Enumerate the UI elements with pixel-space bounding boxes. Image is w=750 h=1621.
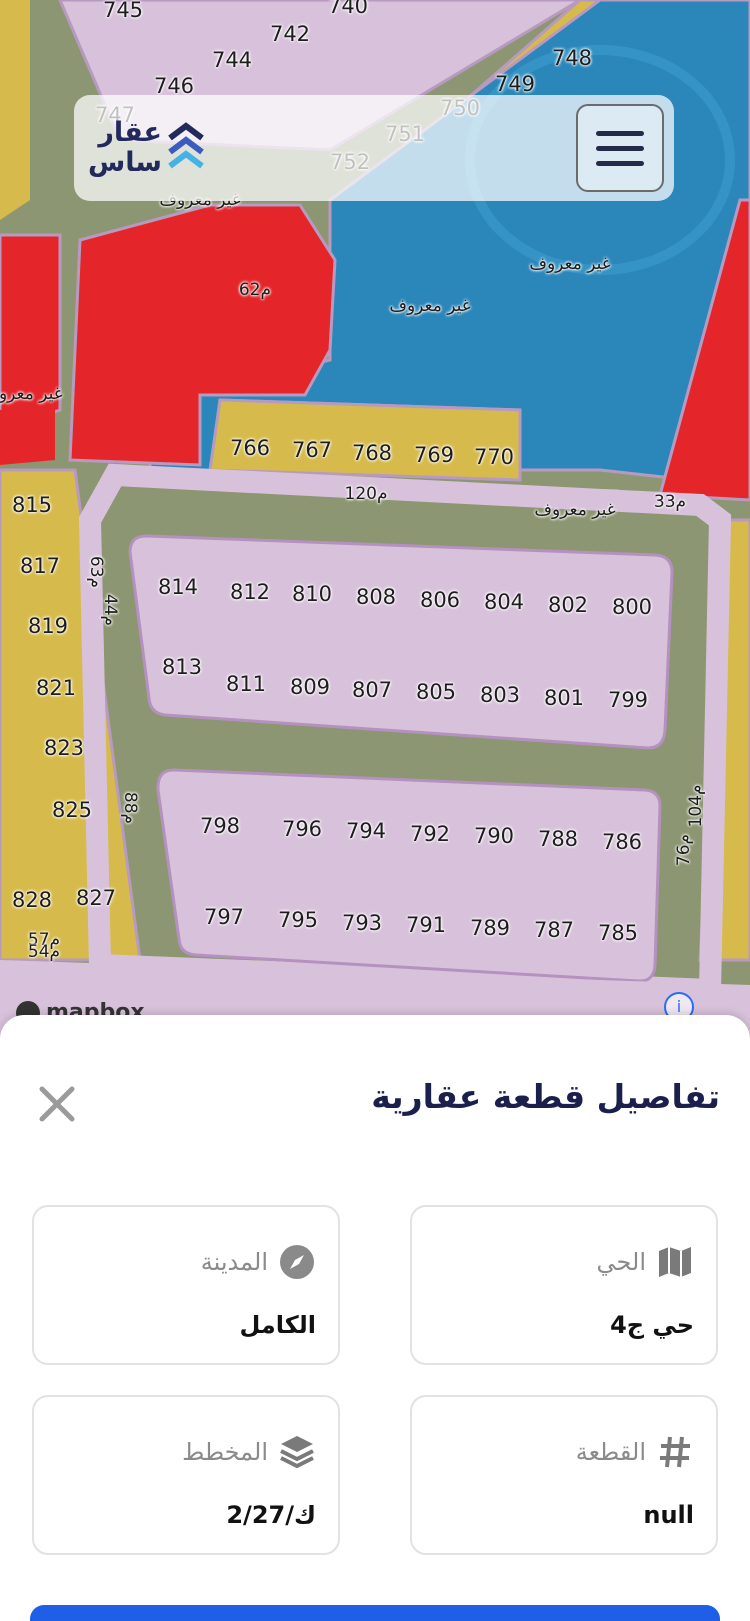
plot-number-label: القطعة [575,1438,646,1466]
plot-label[interactable]: 769 [414,443,454,467]
plot-label[interactable]: 821 [36,676,76,700]
hamburger-menu-icon[interactable] [576,104,664,192]
plot-label[interactable]: 811 [226,672,266,696]
plot-label[interactable]: 770 [474,445,514,469]
plot-label[interactable]: 795 [278,908,318,932]
plot-label[interactable]: 801 [544,686,584,710]
chevron-stack-icon [168,122,204,169]
plot-label[interactable]: 802 [548,593,588,617]
plot-label[interactable]: 768 [352,441,392,465]
plot-label[interactable]: 749 [495,72,535,96]
plot-label[interactable]: 809 [290,675,330,699]
street-label: 62م [238,280,272,300]
plot-label[interactable]: 819 [28,614,68,638]
scheme-label: المخطط [182,1438,268,1466]
hash-icon [660,1436,690,1468]
close-icon[interactable] [38,1085,76,1123]
plot-label[interactable]: 791 [406,913,446,937]
district-card: الحي حي ج4 [410,1205,718,1365]
plot-label[interactable]: 766 [230,436,270,460]
street-label: 76م [674,833,694,867]
plot-label[interactable]: 810 [292,582,332,606]
map-icon [659,1247,691,1277]
scheme-card: المخطط ك/2/27 [32,1395,340,1555]
plot-label[interactable]: 748 [552,46,592,70]
plot-label[interactable]: 793 [342,911,382,935]
plot-label[interactable]: 800 [612,595,652,619]
plot-label[interactable]: 828 [12,888,52,912]
plot-label[interactable]: 767 [292,438,332,462]
plot-label[interactable]: 744 [212,48,252,72]
city-card: المدينة الكامل [32,1205,340,1365]
plot-label[interactable]: 794 [346,819,386,843]
plot-label[interactable]: 798 [200,814,240,838]
plot-label[interactable]: 799 [608,688,648,712]
plot-label[interactable]: 745 [103,0,143,22]
plot-label[interactable]: 814 [158,575,198,599]
layers-icon [280,1436,314,1469]
logo-text: عقار ساس [88,118,162,178]
street-label: 54م [27,942,61,962]
plot-label[interactable]: 806 [420,588,460,612]
plot-label[interactable]: 789 [470,916,510,940]
logo-line-1: عقار [98,117,162,148]
plot-details-sheet: تفاصيل قطعة عقارية الحي حي ج4 المدينة ال… [0,1015,750,1621]
plot-label[interactable]: 805 [416,680,456,704]
street-label: 44م [100,593,120,627]
zone-label: غير معروف [529,254,611,274]
plot-label[interactable]: 785 [598,921,638,945]
district-value: حي ج4 [610,1311,694,1339]
scheme-value: ك/2/27 [226,1501,316,1529]
plot-number-card: القطعة null [410,1395,718,1555]
plot-label[interactable]: 797 [204,905,244,929]
plot-label[interactable]: 825 [52,798,92,822]
plot-label[interactable]: 796 [282,817,322,841]
plot-label[interactable]: 823 [44,736,84,760]
logo-line-2: ساس [88,147,162,178]
plot-label[interactable]: 803 [480,683,520,707]
plot-label[interactable]: 788 [538,827,578,851]
plot-label[interactable]: 808 [356,585,396,609]
compass-icon [280,1245,314,1279]
zone-label: غير معروف [0,384,63,404]
city-label: المدينة [200,1248,268,1276]
plot-label[interactable]: 792 [410,822,450,846]
street-label: 33م [653,492,687,512]
street-label: 88م [120,791,140,825]
zone-label: غير معروف [389,296,471,316]
plot-label[interactable]: 740 [328,0,368,18]
plot-number-value: null [643,1501,694,1529]
zone-label: غير معروف [534,500,616,520]
city-value: الكامل [239,1311,317,1339]
plot-label[interactable]: 813 [162,655,202,679]
plot-label[interactable]: 827 [76,886,116,910]
plot-label[interactable]: 815 [12,493,52,517]
plot-label[interactable]: 817 [20,554,60,578]
primary-action-button[interactable] [30,1605,720,1621]
app-logo[interactable]: عقار ساس [88,118,206,178]
map-view[interactable]: 745 740 742 744 746 747 748 749 750 751 … [0,0,750,1040]
plot-label[interactable]: 742 [270,22,310,46]
plot-label[interactable]: 787 [534,918,574,942]
street-label: 120م [344,484,388,504]
district-label: الحي [596,1248,646,1276]
plot-label[interactable]: 804 [484,590,524,614]
app-header: عقار ساس [74,95,674,201]
plot-label[interactable]: 786 [602,830,642,854]
plot-label[interactable]: 790 [474,824,514,848]
plot-label[interactable]: 807 [352,678,392,702]
street-label: 104م [686,784,706,828]
sheet-title: تفاصيل قطعة عقارية [371,1077,720,1116]
street-label: 63م [86,555,106,589]
plot-label[interactable]: 812 [230,580,270,604]
